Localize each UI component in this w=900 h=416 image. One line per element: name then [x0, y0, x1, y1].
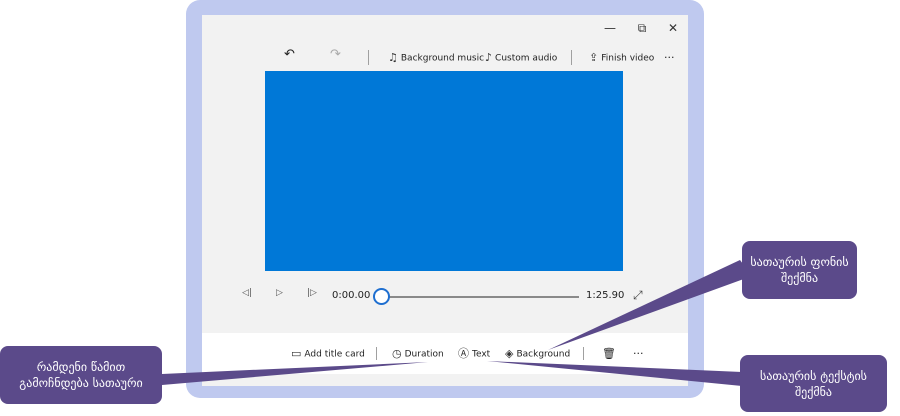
background-callout-pointer — [548, 260, 752, 350]
text-callout-pointer — [487, 361, 742, 386]
duration-callout-pointer — [162, 362, 428, 385]
text-callout: სათაურის ტექსტის შექმნა — [740, 355, 887, 412]
background-callout: სათაურის ფონის შექმნა — [742, 241, 857, 299]
duration-callout: რამდენი წამით გამოჩნდება სათაური — [0, 346, 162, 404]
